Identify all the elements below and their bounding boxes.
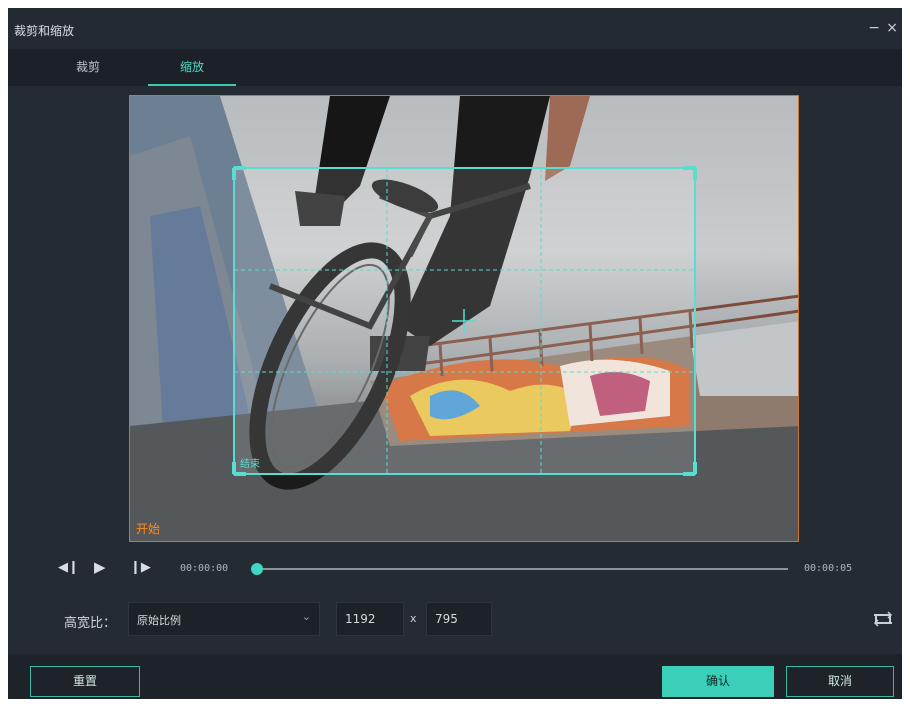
video-preview[interactable]: 结束 开始 (129, 95, 799, 542)
aspect-ratio-row: 高宽比： 原始比例 ⌄ 1192 x 795 (8, 602, 902, 638)
start-label: 开始 (136, 522, 161, 536)
aspect-ratio-value: 原始比例 (137, 614, 181, 627)
close-icon[interactable]: × (886, 19, 898, 37)
next-frame-icon[interactable]: ❙▶ (130, 560, 151, 575)
progress-track[interactable] (258, 568, 788, 570)
confirm-button[interactable]: 确认 (662, 666, 774, 697)
width-input[interactable]: 1192 (336, 602, 404, 636)
chevron-down-icon: ⌄ (301, 610, 311, 623)
tab-crop[interactable]: 裁剪 (44, 50, 132, 86)
minimize-icon[interactable]: − (868, 19, 880, 37)
playback-controls: ◀❙ ▶ ❙▶ 00:00:00 00:00:05 (8, 556, 902, 582)
crop-zoom-dialog: 裁剪和缩放 − × 裁剪 缩放 结束 开始 ◀❙ ▶ ❙▶ 00:00:00 0… (8, 8, 902, 699)
height-input[interactable]: 795 (426, 602, 492, 636)
progress-thumb[interactable] (251, 563, 263, 575)
zoom-crop-box[interactable]: 结束 (130, 96, 799, 542)
current-time: 00:00:00 (180, 563, 229, 574)
tab-zoom[interactable]: 缩放 (148, 50, 236, 86)
tab-bar: 裁剪 缩放 (8, 50, 902, 86)
prev-frame-icon[interactable]: ◀❙ (58, 560, 79, 575)
aspect-ratio-select[interactable]: 原始比例 ⌄ (128, 602, 320, 636)
times-sign: x (410, 612, 417, 625)
window-title: 裁剪和缩放 (14, 24, 75, 38)
end-label: 结束 (240, 457, 260, 470)
aspect-ratio-label: 高宽比： (64, 616, 117, 631)
end-time: 00:00:05 (804, 563, 853, 574)
cancel-button[interactable]: 取消 (786, 666, 894, 697)
play-icon[interactable]: ▶ (94, 558, 106, 576)
dialog-footer: 重置 确认 取消 (8, 654, 902, 699)
title-bar: 裁剪和缩放 − × (8, 8, 902, 50)
reset-button[interactable]: 重置 (30, 666, 140, 697)
swap-aspect-icon[interactable] (872, 611, 894, 631)
